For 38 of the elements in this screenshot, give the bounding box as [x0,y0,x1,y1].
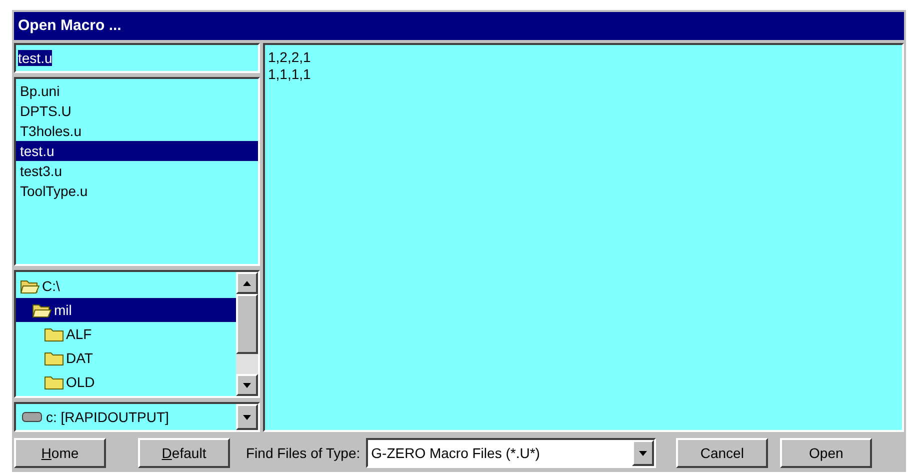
file-name-text: test.u [18,50,52,66]
down-arrow-icon [639,450,648,456]
dropdown-button[interactable] [632,440,654,466]
folder-name[interactable]: mil [52,300,74,321]
scroll-thumb[interactable] [236,294,258,354]
button[interactable]: Cancel [676,438,768,468]
button[interactable]: Home [14,438,106,468]
file-item[interactable]: ToolType.u [16,181,258,201]
preview-line: 1,2,2,1 [268,49,312,66]
file-name-field[interactable]: test.u [14,43,260,73]
dropdown-button[interactable] [236,404,258,430]
file-item[interactable]: test3.u [16,161,258,181]
folder-name[interactable]: DAT [64,348,95,369]
drive-dropdown[interactable]: c: [RAPIDOUTPUT] [14,402,260,432]
file-type-dropdown[interactable]: G-ZERO Macro Files (*.U*) [366,438,656,468]
file-item[interactable]: Bp.uni [16,81,258,101]
file-item[interactable]: DPTS.U [16,101,258,121]
file-item[interactable]: test.u [16,141,258,161]
folder-name[interactable]: ALF [64,324,94,345]
scrollbar[interactable] [236,272,258,396]
selected-folder-row[interactable]: mil [16,298,236,322]
file-type-label: Find Files of Type: [246,444,360,463]
scroll-up-button[interactable] [236,272,258,294]
scroll-track[interactable] [236,354,258,374]
scroll-down-button[interactable] [236,374,258,396]
folder-name[interactable]: C:\ [40,276,62,297]
window-title: Open Macro ... [14,12,904,40]
folder-name[interactable]: OLD [64,372,97,393]
up-arrow-icon [243,280,251,286]
file-item[interactable]: T3holes.u [16,121,258,141]
preview-line: 1,1,1,1 [268,66,312,83]
button[interactable]: Open [780,438,872,468]
down-arrow-icon [243,414,251,420]
button[interactable]: Default [138,438,230,468]
down-arrow-icon [243,382,251,388]
drive-text: c: [RAPIDOUTPUT] [46,408,170,427]
drive-icon [22,412,42,422]
file-type-text: G-ZERO Macro Files (*.U*) [370,444,541,463]
